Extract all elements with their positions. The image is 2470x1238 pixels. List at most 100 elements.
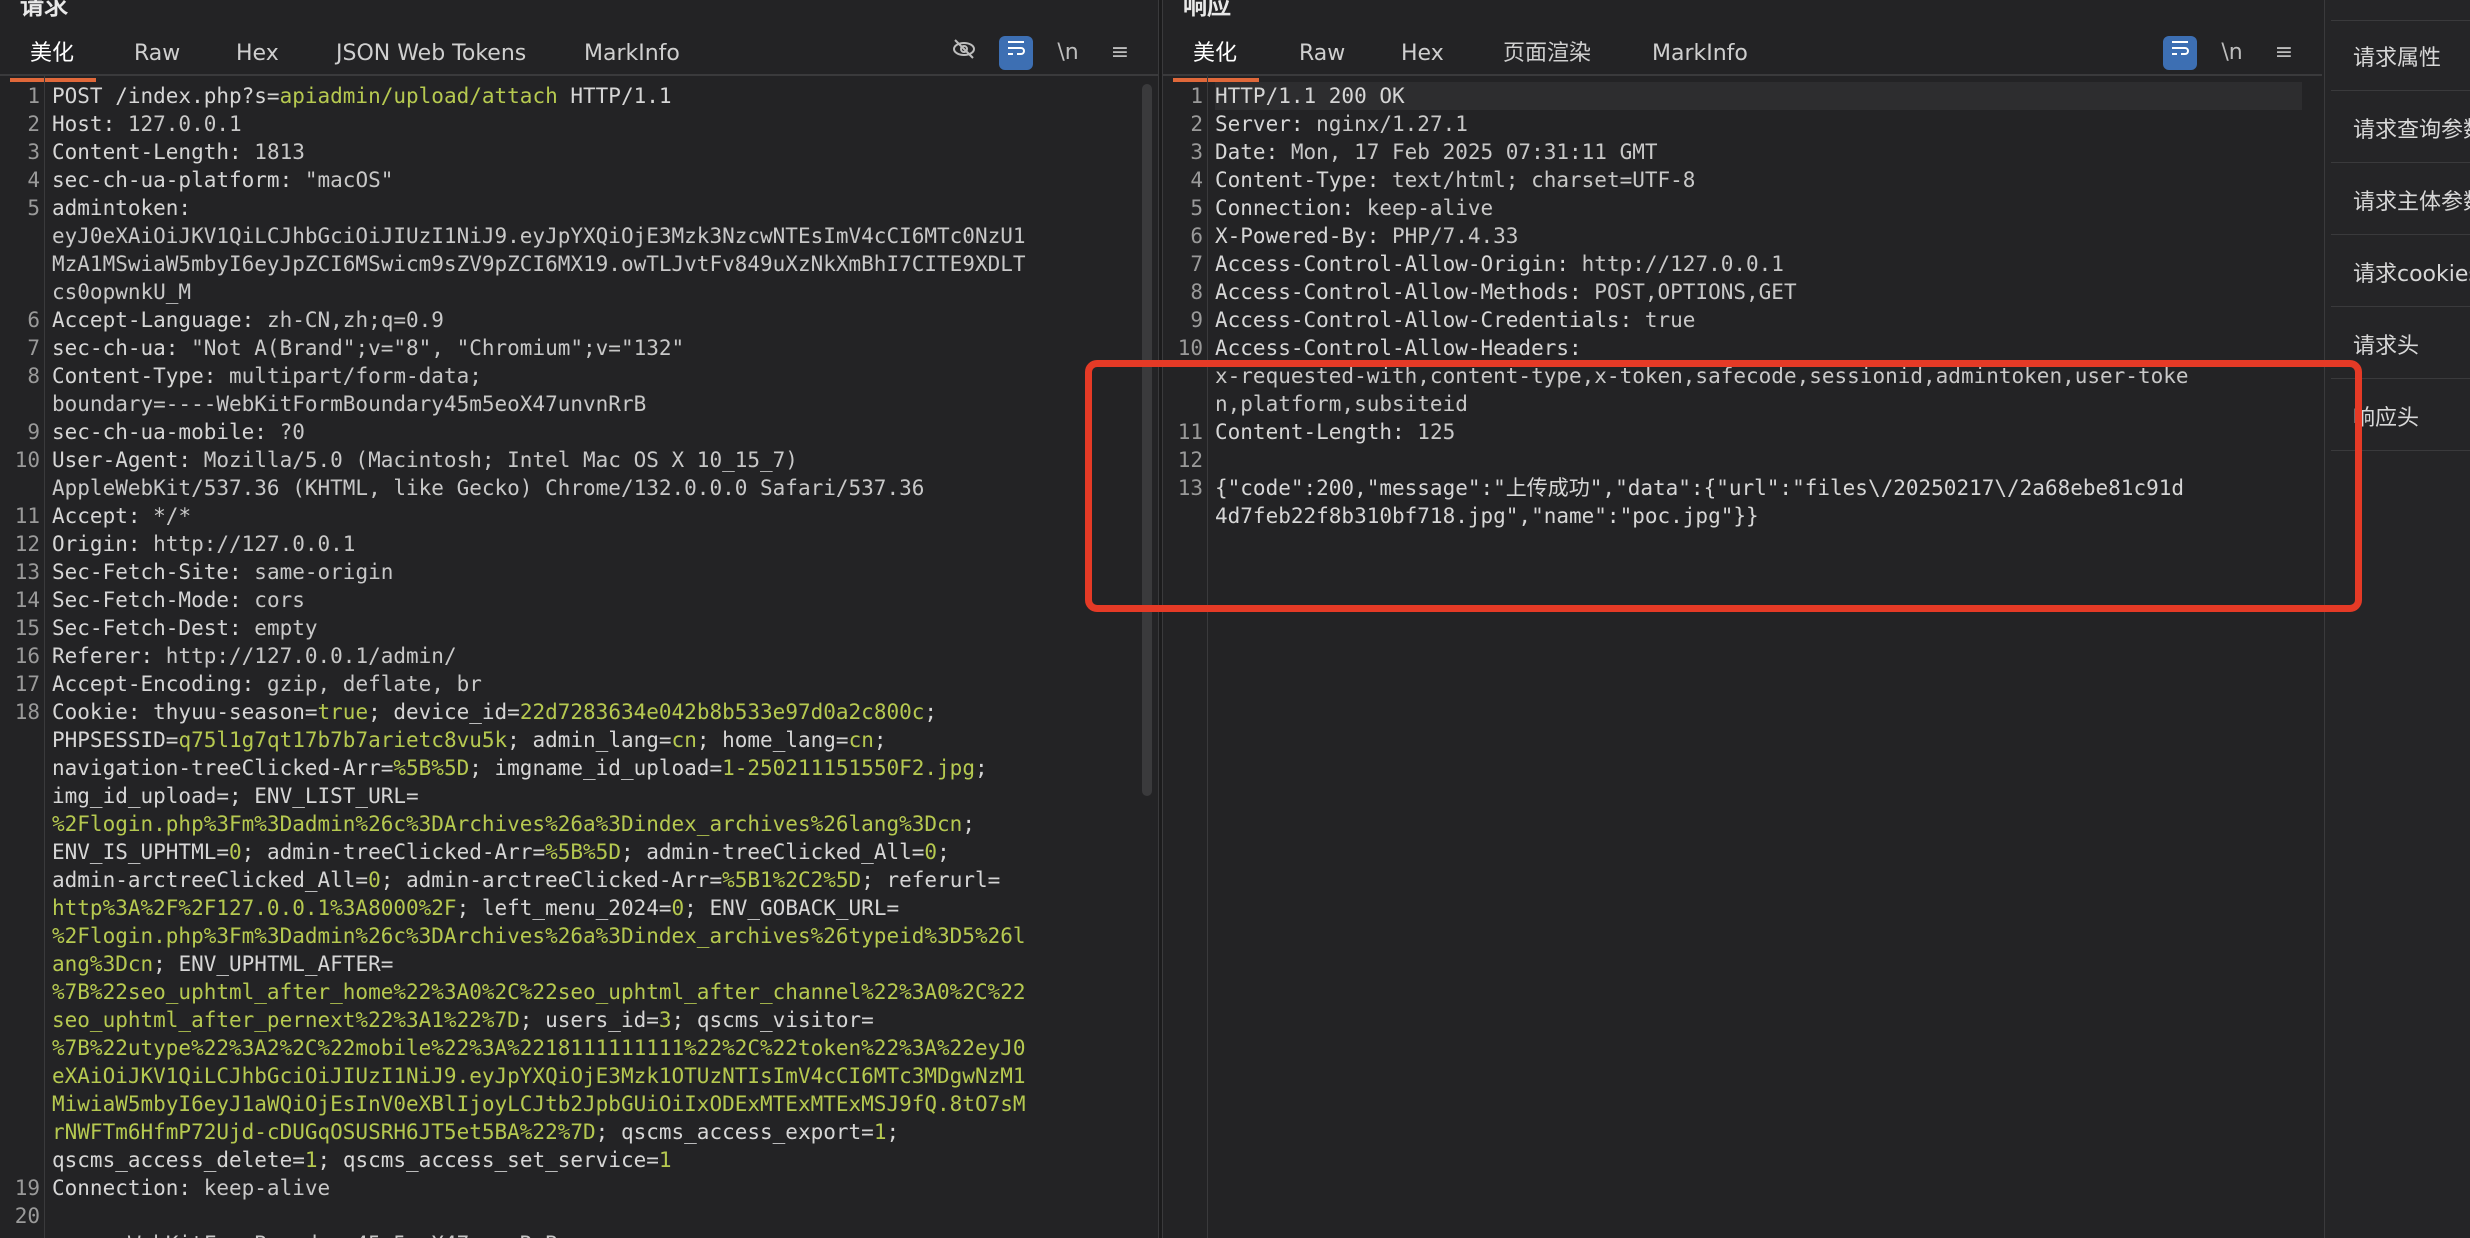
code-line[interactable]: 3 Date: Mon, 17 Feb 2025 07:31:11 GMT — [1190, 138, 2302, 166]
code-line[interactable]: 8 Access-Control-Allow-Methods: POST,OPTI… — [1190, 278, 2302, 306]
response-tab-render[interactable]: 页面渲染 — [1503, 36, 1591, 72]
side-item-cookies[interactable]: 请求cookies — [2353, 256, 2470, 288]
code-text: 125 — [1417, 420, 1456, 444]
code-line[interactable]: 1 HTTP/1.1 200 OK — [1190, 82, 2302, 110]
line-number: 4 — [1190, 168, 1203, 192]
code-line[interactable]: 13 {"code":200,"message":"上传成功","data":{"… — [1178, 474, 2302, 502]
wrap-lines-icon[interactable] — [999, 36, 1033, 70]
menu-icon[interactable]: ≡ — [2267, 36, 2301, 70]
request-panel-title: 请求 — [20, 0, 68, 20]
code-line[interactable]: http%3A%2F%2F127.0.0.1%3A8000%2F; left_m… — [52, 894, 1138, 922]
code-line[interactable]: 7 sec-ch-ua: "Not A(Brand";v="8", "Chromi… — [27, 334, 1138, 362]
code-line[interactable]: 9 Access-Control-Allow-Credentials: true — [1190, 306, 2302, 334]
code-line[interactable]: %2Flogin.php%3Fm%3Dadmin%26c%3DArchives%… — [52, 810, 1138, 838]
code-line[interactable]: 4 Content-Type: text/html; charset=UTF-8 — [1190, 166, 2302, 194]
request-tab-markinfo[interactable]: MarkInfo — [584, 36, 680, 72]
code-line[interactable]: %7B%22seo_uphtml_after_home%22%3A0%2C%22… — [52, 978, 1138, 1006]
code-line[interactable]: 11 Content-Length: 125 — [1178, 418, 2302, 446]
line-number: 13 — [1177, 476, 1203, 500]
code-line[interactable]: AppleWebKit/537.36 (KHTML, like Gecko) C… — [52, 474, 1138, 502]
code-line[interactable]: 2 Server: nginx/1.27.1 — [1190, 110, 2302, 138]
code-line[interactable]: MiwiaW5mbyI6eyJ1aWQiOjEsInV0eXBlIjoyLCJt… — [52, 1090, 1138, 1118]
code-line[interactable]: 2 Host: 127.0.0.1 — [27, 110, 1138, 138]
code-line[interactable]: ang%3Dcn; ENV_UPHTML_AFTER= — [52, 950, 1138, 978]
request-tab-hex[interactable]: Hex — [236, 36, 279, 72]
newline-toggle-icon[interactable]: \n — [2215, 36, 2249, 70]
menu-icon[interactable]: ≡ — [1103, 36, 1137, 70]
code-line[interactable]: 10 User-Agent: Mozilla/5.0 (Macintosh; In… — [15, 446, 1138, 474]
code-line[interactable]: PHPSESSID=q75l1g7qt17b7b7arietc8vu5k; ad… — [52, 726, 1138, 754]
response-tab-hex[interactable]: Hex — [1401, 36, 1444, 72]
newline-toggle-icon[interactable]: \n — [1051, 36, 1085, 70]
response-tab-pretty[interactable]: 美化 — [1172, 36, 1260, 82]
highlighted-value: apiadmin/upload/attach — [279, 84, 558, 108]
code-line[interactable]: 9 sec-ch-ua-mobile: ?0 — [27, 418, 1138, 446]
code-line[interactable]: x-requested-with,content-type,x-token,sa… — [1215, 362, 2302, 390]
side-item-query-params[interactable]: 请求查询参数 — [2353, 112, 2470, 144]
code-line[interactable]: %2Flogin.php%3Fm%3Dadmin%26c%3DArchives%… — [52, 922, 1138, 950]
code-line[interactable]: 4 sec-ch-ua-platform: "macOS" — [27, 166, 1138, 194]
side-item-response-headers[interactable]: 响应头 — [2353, 400, 2470, 432]
code-line[interactable]: 6 Accept-Language: zh-CN,zh;q=0.9 — [27, 306, 1138, 334]
code-line[interactable]: cs0opwnkU_M — [52, 278, 1138, 306]
code-line[interactable]: 19 Connection: keep-alive — [15, 1174, 1138, 1202]
code-line[interactable]: ENV_IS_UPHTML=0; admin-treeClicked-Arr=%… — [52, 838, 1138, 866]
side-item-request-headers[interactable]: 请求头 — [2353, 328, 2470, 360]
code-line[interactable]: 7 Access-Control-Allow-Origin: http://127… — [1190, 250, 2302, 278]
code-line[interactable]: 4d7feb22f8b310bf718.jpg","name":"poc.jpg… — [1215, 502, 2302, 530]
code-line[interactable]: 8 Content-Type: multipart/form-data; — [27, 362, 1138, 390]
highlighted-value: 1 — [304, 1148, 318, 1172]
code-line[interactable]: navigation-treeClicked-Arr=%5B%5D; imgna… — [52, 754, 1138, 782]
request-editor[interactable]: 1 POST /index.php?s=apiadmin/upload/attac… — [0, 76, 1158, 1238]
highlighted-value: q75l1g7qt17b7b7arietc8vu5k — [178, 728, 508, 752]
code-text: ; admin-treeClicked_All= — [620, 840, 925, 864]
code-line[interactable]: 20 — [15, 1202, 1138, 1230]
code-line[interactable]: ------WebKitFormBoundary45m5eoX47unvnRrB — [52, 1230, 1138, 1238]
code-line[interactable]: admin-arctreeClicked_All=0; admin-arctre… — [52, 866, 1138, 894]
code-line[interactable]: 14 Sec-Fetch-Mode: cors — [15, 586, 1138, 614]
code-line[interactable]: 12 — [1178, 446, 2302, 474]
code-line[interactable]: 5 Connection: keep-alive — [1190, 194, 2302, 222]
code-line[interactable]: eyJ0eXAiOiJKV1QiLCJhbGciOiJIUzI1NiJ9.eyJ… — [52, 222, 1138, 250]
code-line[interactable]: 10 Access-Control-Allow-Headers: — [1178, 334, 2302, 362]
code-line[interactable]: n,platform,subsiteid — [1215, 390, 2302, 418]
request-tab-raw[interactable]: Raw — [134, 36, 180, 72]
code-text: keep-alive — [1366, 196, 1494, 220]
code-text: 127.0.0.1 — [127, 112, 242, 136]
response-editor[interactable]: 1 HTTP/1.1 200 OK 2 Server: nginx/1.27.1 3 Da… — [1163, 76, 2322, 1238]
highlighted-value: 0 — [671, 896, 685, 920]
code-line[interactable]: img_id_upload=; ENV_LIST_URL= — [52, 782, 1138, 810]
line-number: 11 — [14, 504, 40, 528]
line-number: 2 — [27, 112, 40, 136]
request-tab-pretty[interactable]: 美化 — [9, 36, 97, 82]
code-line[interactable]: qscms_access_delete=1; qscms_access_set_… — [52, 1146, 1138, 1174]
side-separator — [2331, 234, 2470, 235]
request-scrollbar[interactable] — [1142, 84, 1152, 796]
code-line[interactable]: seo_uphtml_after_pernext%22%3A1%22%7D; u… — [52, 1006, 1138, 1034]
code-line[interactable]: 18 Cookie: thyuu-season=true; device_id=2… — [15, 698, 1138, 726]
code-line[interactable]: 6 X-Powered-By: PHP/7.4.33 — [1190, 222, 2302, 250]
code-line[interactable]: 11 Accept: */* — [15, 502, 1138, 530]
code-line[interactable]: eXAiOiJKV1QiLCJhbGciOiJIUzI1NiJ9.eyJpYXQ… — [52, 1062, 1138, 1090]
code-line[interactable]: 12 Origin: http://127.0.0.1 — [15, 530, 1138, 558]
response-tab-markinfo[interactable]: MarkInfo — [1652, 36, 1748, 72]
request-tab-jwt[interactable]: JSON Web Tokens — [336, 36, 526, 72]
code-line[interactable]: 5 admintoken: — [27, 194, 1138, 222]
code-text: 1813 — [254, 140, 305, 164]
code-line[interactable]: MzA1MSwiaW5mbyI6eyJpZCI6MSwicm9sZV9pZCI6… — [52, 250, 1138, 278]
code-line[interactable]: 16 Referer: http://127.0.0.1/admin/ — [15, 642, 1138, 670]
code-line[interactable]: boundary=----WebKitFormBoundary45m5eoX47… — [52, 390, 1138, 418]
side-item-body-params[interactable]: 请求主体参数 — [2353, 184, 2470, 216]
code-line[interactable]: rNWFTm6HfmP72Ujd-cDUGqOSUSRH6JT5et5BA%22… — [52, 1118, 1138, 1146]
side-item-request-attributes[interactable]: 请求属性 — [2353, 40, 2470, 72]
code-line[interactable]: 15 Sec-Fetch-Dest: empty — [15, 614, 1138, 642]
code-line[interactable]: 3 Content-Length: 1813 — [27, 138, 1138, 166]
code-line[interactable]: 1 POST /index.php?s=apiadmin/upload/attac… — [27, 82, 1138, 110]
code-line[interactable]: 13 Sec-Fetch-Site: same-origin — [15, 558, 1138, 586]
response-tab-raw[interactable]: Raw — [1299, 36, 1345, 72]
eye-off-icon[interactable] — [947, 36, 981, 70]
code-line[interactable]: %7B%22utype%22%3A2%2C%22mobile%22%3A%221… — [52, 1034, 1138, 1062]
code-line[interactable]: 17 Accept-Encoding: gzip, deflate, br — [15, 670, 1138, 698]
wrap-lines-icon[interactable] — [2163, 36, 2197, 70]
code-text: multipart/form-data; — [229, 364, 482, 388]
